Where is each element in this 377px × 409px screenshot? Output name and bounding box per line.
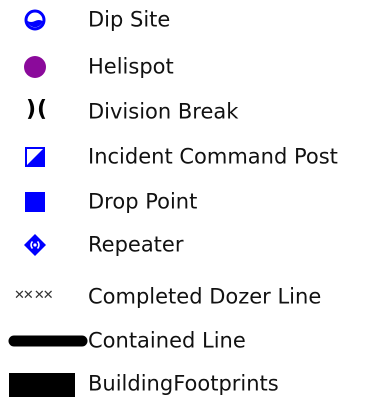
legend-item-helispot: Helispot xyxy=(0,47,377,87)
repeater-icon xyxy=(24,234,46,256)
legend-label: BuildingFootprints xyxy=(88,371,279,396)
legend-label: Division Break xyxy=(88,99,239,124)
legend-item-incident-command-post: Incident Command Post xyxy=(0,137,377,177)
legend-label: Completed Dozer Line xyxy=(88,284,322,309)
legend-item-contained-line: Contained Line xyxy=(0,321,377,361)
legend-label: Helispot xyxy=(88,54,174,79)
dip-site-icon xyxy=(24,9,46,31)
legend-item-division-break: )( Division Break xyxy=(0,92,377,132)
legend-label: Incident Command Post xyxy=(88,144,338,169)
helispot-icon xyxy=(24,56,46,78)
building-footprints-icon xyxy=(9,373,75,397)
legend-item-completed-dozer-line: ✕✕ ✕✕ Completed Dozer Line xyxy=(0,277,377,317)
legend-item-dip-site: Dip Site xyxy=(0,0,377,40)
map-legend: Dip Site Helispot )( Division Break Inci… xyxy=(0,0,377,409)
incident-command-post-icon xyxy=(25,147,45,167)
legend-label: Contained Line xyxy=(88,328,246,353)
legend-label: Drop Point xyxy=(88,189,198,214)
contained-line-icon xyxy=(8,335,88,347)
division-break-icon: )( xyxy=(26,97,49,122)
legend-item-repeater: Repeater xyxy=(0,225,377,265)
drop-point-icon xyxy=(25,192,45,212)
legend-item-drop-point: Drop Point xyxy=(0,182,377,222)
legend-item-building-footprints: BuildingFootprints xyxy=(0,364,377,404)
legend-label: Dip Site xyxy=(88,7,171,32)
completed-dozer-line-icon: ✕✕ ✕✕ xyxy=(14,288,54,303)
legend-label: Repeater xyxy=(88,232,184,257)
